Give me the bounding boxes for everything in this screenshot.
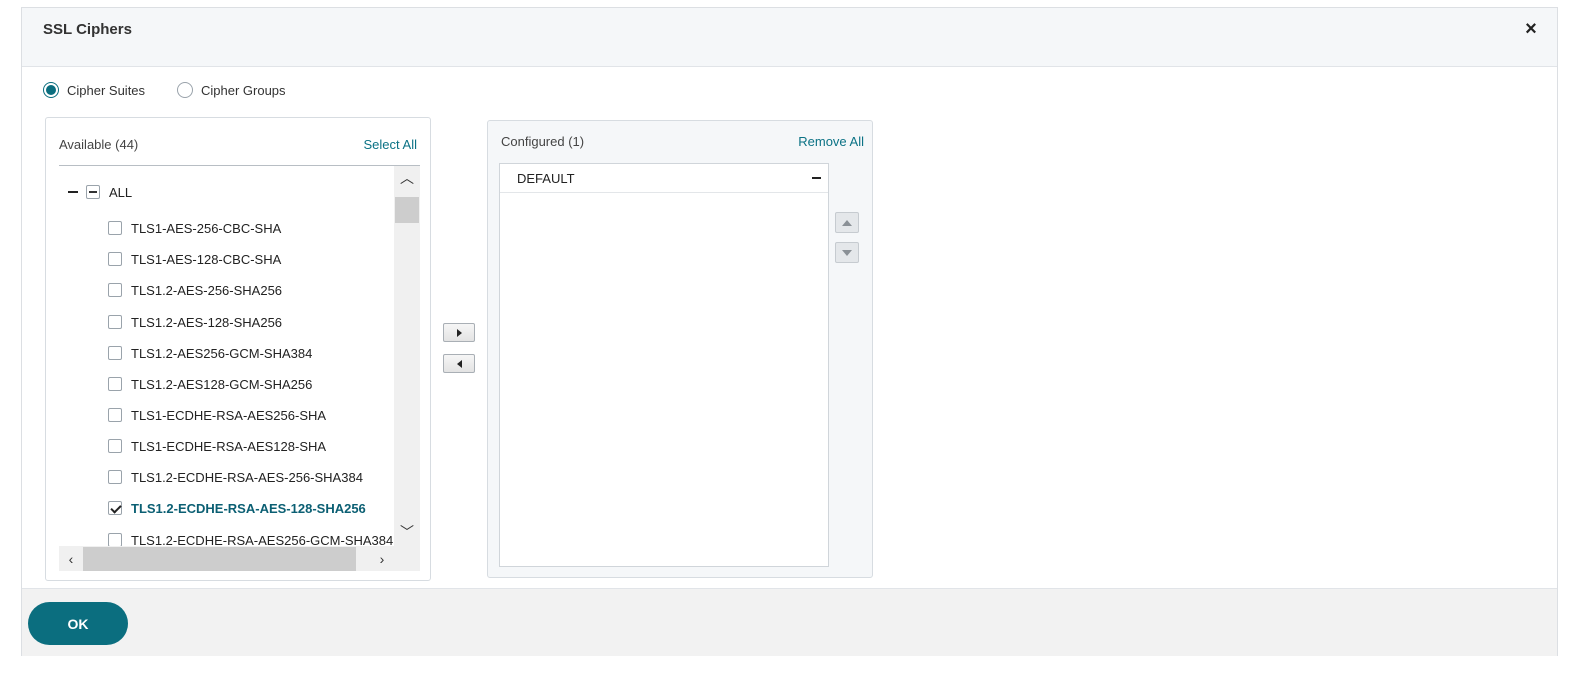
available-panel: Available (44) Select All ALL TLS1-AES-2… <box>45 117 431 581</box>
move-up-button[interactable] <box>835 212 859 233</box>
scroll-down-icon[interactable]: ﹀ <box>394 520 420 544</box>
vertical-scrollbar[interactable]: ︿ ﹀ <box>394 166 420 546</box>
cipher-suites-label: Cipher Suites <box>67 82 146 98</box>
item-checkbox[interactable] <box>108 533 122 547</box>
item-checkbox[interactable] <box>108 283 122 297</box>
item-checkbox[interactable] <box>108 221 122 235</box>
tree-item-label: TLS1-ECDHE-RSA-AES128-SHA <box>131 438 327 454</box>
ssl-ciphers-dialog: SSL Ciphers × Cipher Suites Cipher Group… <box>21 7 1558 656</box>
configured-title: Configured (1) <box>501 134 585 149</box>
cipher-groups-radio[interactable] <box>177 82 193 98</box>
dialog-title: SSL Ciphers <box>43 21 132 38</box>
item-checkbox[interactable] <box>108 346 122 360</box>
tree-item-label: TLS1.2-AES128-GCM-SHA256 <box>131 376 313 392</box>
tree-item[interactable]: TLS1-AES-256-CBC-SHA <box>108 217 281 239</box>
tree-item-label: TLS1.2-AES256-GCM-SHA384 <box>131 345 313 361</box>
tree-item[interactable]: TLS1.2-AES256-GCM-SHA384 <box>108 342 312 364</box>
tree-item-label: TLS1.2-ECDHE-RSA-AES-128-SHA256 <box>131 500 366 516</box>
tree-item-label: TLS1.2-AES-256-SHA256 <box>131 282 283 298</box>
all-checkbox[interactable] <box>86 185 100 199</box>
cipher-suites-radio[interactable] <box>43 82 59 98</box>
configured-item-label: DEFAULT <box>517 170 575 186</box>
arrow-down-icon <box>842 249 852 256</box>
scroll-left-icon[interactable]: ‹ <box>59 546 83 571</box>
item-checkbox[interactable] <box>108 315 122 329</box>
cipher-tree: ALL TLS1-AES-256-CBC-SHA TLS1-AES-128-CB… <box>59 165 420 571</box>
ok-button[interactable]: OK <box>28 602 128 645</box>
arrow-up-icon <box>842 219 852 226</box>
tree-item[interactable]: TLS1.2-AES128-GCM-SHA256 <box>108 373 312 395</box>
configured-list: DEFAULT <box>499 163 829 567</box>
scroll-right-icon[interactable]: › <box>370 546 394 571</box>
horizontal-scrollbar[interactable]: ‹ › <box>59 546 394 571</box>
tree-item-label: TLS1.2-ECDHE-RSA-AES-256-SHA384 <box>131 469 363 485</box>
select-all-link[interactable]: Select All <box>364 137 417 152</box>
tree-item[interactable]: TLS1-ECDHE-RSA-AES128-SHA <box>108 435 326 457</box>
scrollbar-corner <box>394 546 420 571</box>
available-title: Available (44) <box>59 137 139 152</box>
configured-panel: Configured (1) Remove All DEFAULT <box>487 120 873 578</box>
horizontal-scroll-thumb[interactable] <box>83 547 356 571</box>
scroll-up-icon[interactable]: ︿ <box>394 166 420 190</box>
tree-item-label: TLS1-ECDHE-RSA-AES256-SHA <box>131 407 327 423</box>
vertical-scroll-thumb[interactable] <box>395 197 419 223</box>
tree-item-label: TLS1-AES-256-CBC-SHA <box>131 220 282 236</box>
remove-from-configured-button[interactable] <box>443 354 475 373</box>
tree-item[interactable]: TLS1.2-ECDHE-RSA-AES-256-SHA384 <box>108 466 363 488</box>
item-checkbox-checked[interactable] <box>108 501 122 515</box>
remove-item-icon[interactable] <box>812 177 821 179</box>
tree-item-label: TLS1.2-AES-128-SHA256 <box>131 314 283 330</box>
tree-item-label: TLS1-AES-128-CBC-SHA <box>131 251 282 267</box>
arrow-left-icon <box>456 359 462 368</box>
item-checkbox[interactable] <box>108 439 122 453</box>
close-icon[interactable]: × <box>1521 19 1541 39</box>
configured-item[interactable]: DEFAULT <box>500 164 828 193</box>
remove-all-link[interactable]: Remove All <box>798 134 864 149</box>
cipher-groups-label: Cipher Groups <box>201 82 286 98</box>
item-checkbox[interactable] <box>108 252 122 266</box>
tree-root-label: ALL <box>109 184 133 200</box>
dialog-footer: OK <box>22 588 1557 656</box>
tree-item[interactable]: TLS1-ECDHE-RSA-AES256-SHA <box>108 404 326 426</box>
item-checkbox[interactable] <box>108 377 122 391</box>
tree-item[interactable]: TLS1.2-AES-128-SHA256 <box>108 311 282 333</box>
arrow-right-icon <box>456 328 462 337</box>
tree-item[interactable]: TLS1-AES-128-CBC-SHA <box>108 248 281 270</box>
cipher-suites-option[interactable]: Cipher Suites <box>43 82 145 98</box>
tree-root-row: ALL <box>59 181 132 203</box>
tree-item-selected[interactable]: TLS1.2-ECDHE-RSA-AES-128-SHA256 <box>108 497 366 519</box>
item-checkbox[interactable] <box>108 408 122 422</box>
tree-item[interactable]: TLS1.2-AES-256-SHA256 <box>108 279 282 301</box>
move-down-button[interactable] <box>835 242 859 263</box>
add-to-configured-button[interactable] <box>443 323 475 342</box>
dialog-header: SSL Ciphers × <box>22 8 1557 67</box>
item-checkbox[interactable] <box>108 470 122 484</box>
cipher-groups-option[interactable]: Cipher Groups <box>177 82 286 98</box>
collapse-icon[interactable] <box>68 191 78 193</box>
